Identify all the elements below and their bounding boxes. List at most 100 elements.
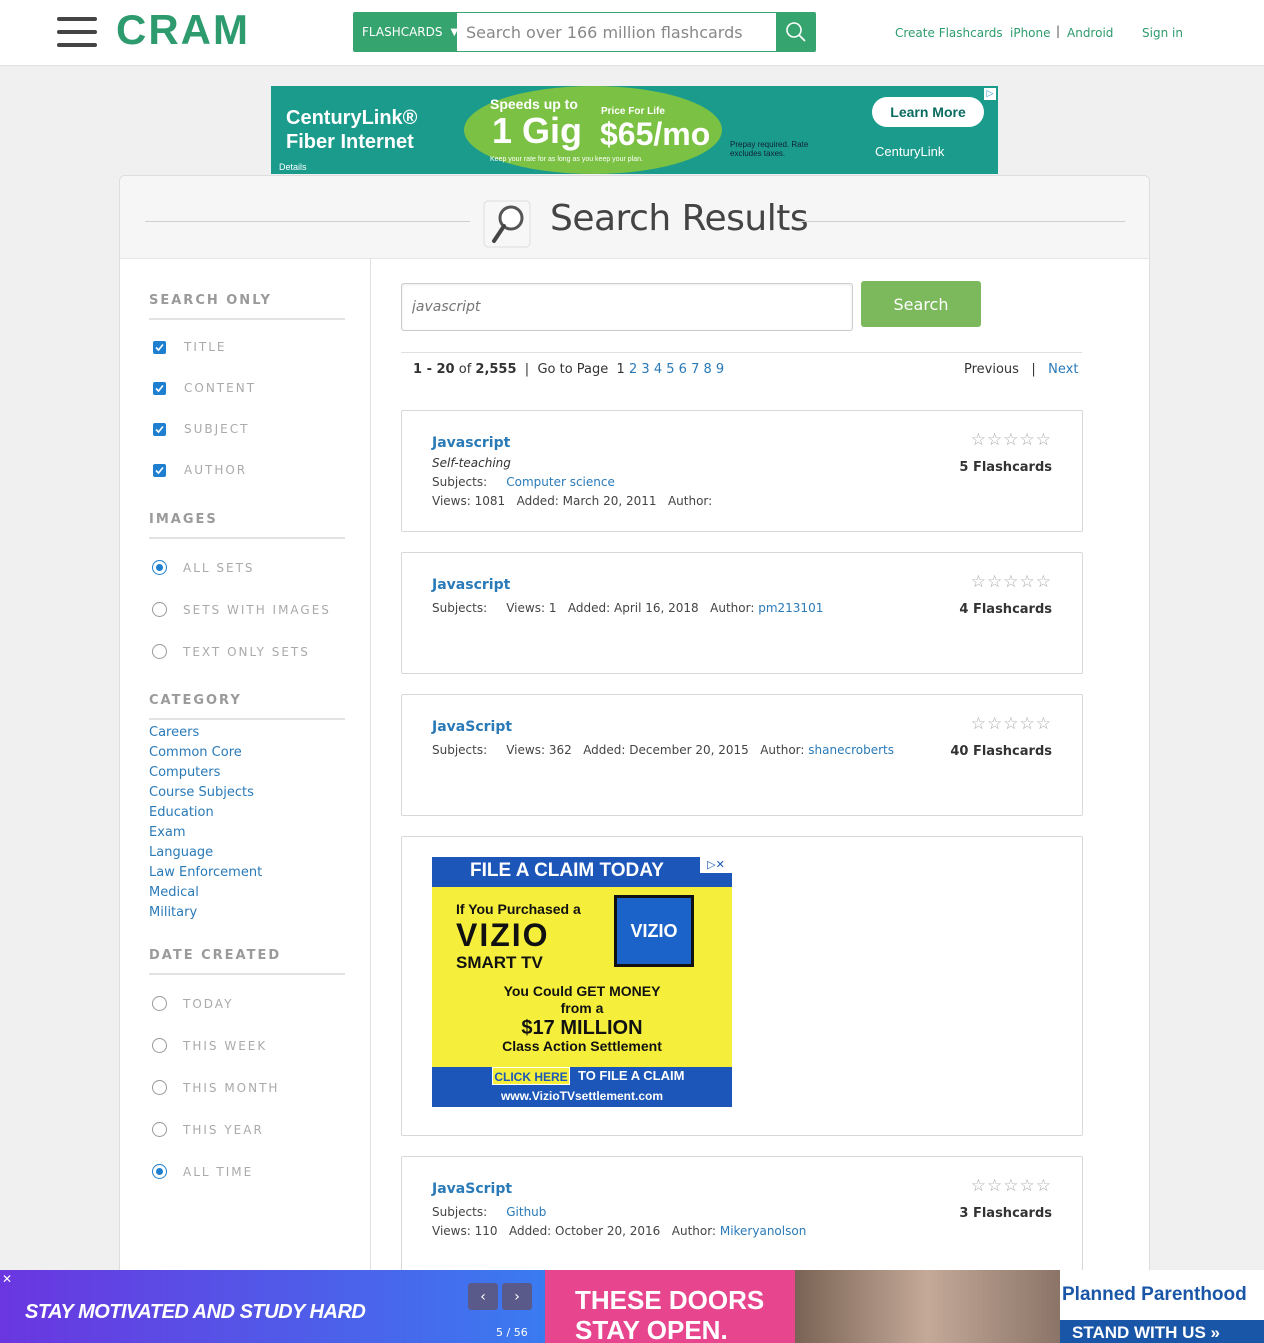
result-title-link[interactable]: JavaScript	[432, 719, 512, 735]
star-rating[interactable]: ☆☆☆☆☆	[971, 714, 1052, 734]
vizio-line4: You Could GET MONEY from a	[432, 983, 732, 1017]
category-link-common-core[interactable]: Common Core	[149, 745, 242, 760]
images-text-only-radio[interactable]: TEXT ONLY SETS	[149, 644, 310, 659]
views-text: Views: 1	[506, 601, 557, 615]
menu-icon[interactable]	[57, 17, 97, 47]
android-link[interactable]: Android	[1067, 26, 1113, 40]
page-link-2[interactable]: 2	[629, 362, 637, 377]
search-only-title: SEARCH ONLY	[149, 293, 345, 320]
category-link-course-subjects[interactable]: Course Subjects	[149, 785, 254, 800]
create-flashcards-link[interactable]: Create Flashcards	[895, 26, 1003, 40]
site-search-input[interactable]	[457, 12, 776, 52]
page-link-8[interactable]: 8	[704, 362, 712, 377]
pp-ad-text-panel[interactable]: THESE DOORS STAY OPEN.	[545, 1270, 795, 1343]
cram-logo[interactable]: CRAM	[116, 6, 250, 54]
date-today-radio[interactable]: TODAY	[149, 996, 233, 1011]
page-link-6[interactable]: 6	[679, 362, 687, 377]
category-link-education[interactable]: Education	[149, 805, 214, 820]
radio-label: THIS MONTH	[183, 1080, 280, 1095]
ad-prepay-text: Prepay required. Rate excludes taxes.	[730, 140, 809, 158]
query-input[interactable]	[401, 283, 853, 331]
pp-ad-logo-panel[interactable]: Planned Parenthood STAND WITH US »	[1060, 1270, 1264, 1343]
page-link-3[interactable]: 3	[641, 362, 649, 377]
current-page: 1	[616, 362, 625, 377]
filter-author-checkbox[interactable]: AUTHOR	[149, 463, 247, 477]
filter-label: TITLE	[184, 340, 227, 354]
close-icon[interactable]: ✕	[2, 1272, 12, 1286]
next-link[interactable]: Next	[1048, 362, 1078, 377]
author-link[interactable]: Mikeryanolson	[720, 1224, 806, 1238]
pp-stand-button[interactable]: STAND WITH US »	[1060, 1320, 1264, 1343]
flashcard-count: 40 Flashcards	[950, 744, 1052, 759]
previous-link[interactable]: Previous	[964, 362, 1019, 377]
category-link-medical[interactable]: Medical	[149, 885, 199, 900]
vizio-ad[interactable]: FILE A CLAIM TODAY ▷✕ If You Purchased a…	[432, 857, 732, 1107]
ad-brand-line1: CenturyLink®	[286, 107, 418, 129]
vizio-to-file: TO FILE A CLAIM	[578, 1068, 685, 1083]
page-link-4[interactable]: 4	[654, 362, 662, 377]
star-rating[interactable]: ☆☆☆☆☆	[971, 1176, 1052, 1196]
author-link[interactable]: pm213101	[758, 601, 823, 615]
radio-label: ALL TIME	[183, 1164, 254, 1179]
date-this-month-radio[interactable]: THIS MONTH	[149, 1080, 279, 1095]
category-link-law-enforcement[interactable]: Law Enforcement	[149, 865, 262, 880]
author-label: Author:	[760, 743, 805, 757]
chevron-right-icon[interactable]: ›	[502, 1283, 532, 1310]
search-button[interactable]: Search	[861, 281, 981, 327]
result-title-link[interactable]: Javascript	[432, 435, 510, 451]
result-card: JavaScript Subjects: Views: 362 Added: D…	[401, 694, 1083, 816]
flashcard-count: 5 Flashcards	[959, 460, 1052, 475]
filter-content-checkbox[interactable]: CONTENT	[149, 381, 256, 395]
category-link-computers[interactable]: Computers	[149, 765, 220, 780]
added-text: Added: December 20, 2015	[583, 743, 749, 757]
bottom-banner: ✕ STAY MOTIVATED AND STUDY HARD ‹ › 5 / …	[0, 1270, 1264, 1343]
category-link-careers[interactable]: Careers	[149, 725, 199, 740]
page-link-5[interactable]: 5	[666, 362, 674, 377]
page-link-7[interactable]: 7	[691, 362, 699, 377]
radio-selected-icon	[152, 1164, 167, 1179]
page-title: Search Results	[550, 198, 809, 239]
search-category-dropdown[interactable]: FLASHCARDS ▼	[353, 12, 458, 52]
checkbox-checked-icon	[153, 422, 166, 436]
category-link-exam[interactable]: Exam	[149, 825, 186, 840]
date-this-week-radio[interactable]: THIS WEEK	[149, 1038, 267, 1053]
adchoices-icon[interactable]: ▷	[984, 88, 996, 100]
date-this-year-radio[interactable]: THIS YEAR	[149, 1122, 264, 1137]
chevron-left-icon[interactable]: ‹	[468, 1283, 498, 1310]
result-description: Self-teaching	[432, 456, 511, 470]
pp-ad-photo[interactable]	[795, 1270, 1060, 1343]
pp-logo: Planned Parenthood	[1062, 1284, 1247, 1305]
motivation-banner: ✕ STAY MOTIVATED AND STUDY HARD ‹ › 5 / …	[0, 1270, 545, 1343]
result-title-link[interactable]: JavaScript	[432, 1181, 512, 1197]
pager-rule	[401, 352, 1082, 353]
of-label: of	[458, 362, 472, 377]
category-link-military[interactable]: Military	[149, 905, 197, 920]
centurylink-ad[interactable]: CenturyLink® Fiber Internet Details Spee…	[271, 86, 998, 174]
iphone-link[interactable]: iPhone	[1010, 26, 1051, 40]
ad-details-link[interactable]: Details	[279, 162, 307, 172]
category-link-language[interactable]: Language	[149, 845, 213, 860]
images-with-images-radio[interactable]: SETS WITH IMAGES	[149, 602, 331, 617]
date-all-time-radio[interactable]: ALL TIME	[149, 1164, 253, 1179]
vizio-click-here-button[interactable]: CLICK HERE	[492, 1067, 570, 1085]
subject-link[interactable]: Computer science	[506, 475, 615, 489]
subject-link[interactable]: Github	[506, 1205, 546, 1219]
site-search-button[interactable]	[776, 12, 816, 52]
images-all-sets-radio[interactable]: ALL SETS	[149, 560, 255, 575]
author-link[interactable]: shanecroberts	[808, 743, 894, 757]
page-link-9[interactable]: 9	[716, 362, 724, 377]
result-card: Javascript Self-teaching Subjects: Compu…	[401, 410, 1083, 532]
images-title: IMAGES	[149, 512, 345, 539]
views-text: Views: 362	[506, 743, 572, 757]
author-label: Author:	[710, 601, 755, 615]
result-title-link[interactable]: Javascript	[432, 577, 510, 593]
star-rating[interactable]: ☆☆☆☆☆	[971, 430, 1052, 450]
filter-title-checkbox[interactable]: TITLE	[149, 340, 226, 354]
ad-learn-more-button[interactable]: Learn More	[872, 97, 984, 127]
result-card: JavaScript Subjects: Github Views: 110 A…	[401, 1156, 1083, 1276]
ad-close-icon[interactable]: ▷✕	[700, 857, 732, 873]
star-rating[interactable]: ☆☆☆☆☆	[971, 572, 1052, 592]
sign-in-link[interactable]: Sign in	[1142, 26, 1183, 40]
radio-empty-icon	[152, 1122, 167, 1137]
filter-subject-checkbox[interactable]: SUBJECT	[149, 422, 249, 436]
